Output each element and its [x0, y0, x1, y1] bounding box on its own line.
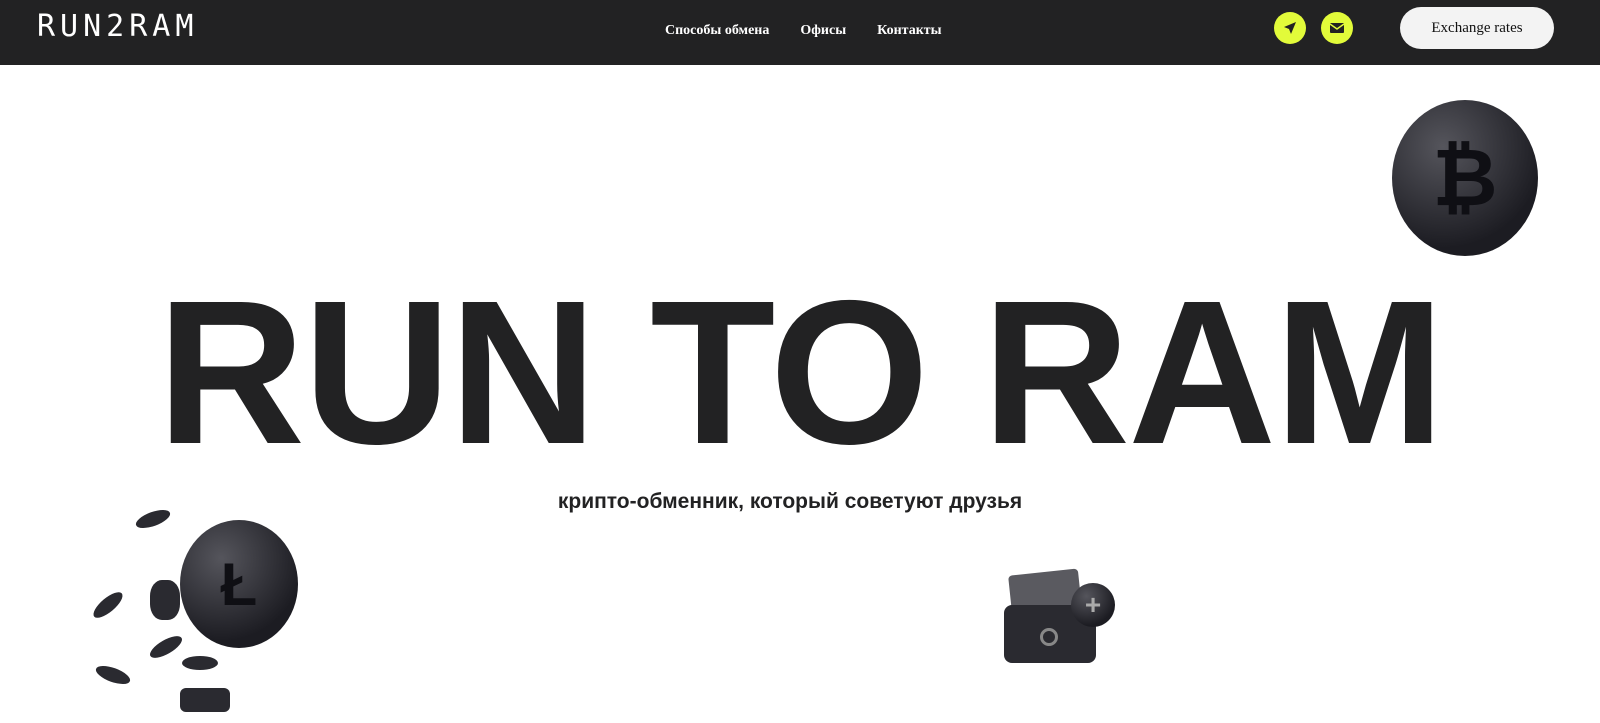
- nav-offices[interactable]: Офисы: [800, 23, 846, 39]
- plus-icon: +: [1071, 583, 1115, 627]
- bitcoin-coin-icon: ₿: [1392, 100, 1538, 256]
- logo[interactable]: RUN2RAM: [37, 9, 198, 44]
- main-nav: Способы обмена Офисы Контакты: [665, 23, 942, 39]
- hero-subtitle: крипто-обменник, который советуют друзья: [557, 490, 1023, 513]
- hero-title: RUN TO RAM: [157, 258, 1445, 487]
- nav-contacts[interactable]: Контакты: [877, 23, 941, 39]
- exchange-rates-button[interactable]: Exchange rates: [1400, 7, 1554, 49]
- mail-icon[interactable]: [1321, 12, 1353, 44]
- nav-exchange-methods[interactable]: Способы обмена: [665, 23, 769, 39]
- telegram-icon[interactable]: [1274, 12, 1306, 44]
- header: RUN2RAM Способы обмена Офисы Контакты Ex…: [0, 0, 1600, 65]
- litecoin-icon: Ł: [180, 520, 298, 648]
